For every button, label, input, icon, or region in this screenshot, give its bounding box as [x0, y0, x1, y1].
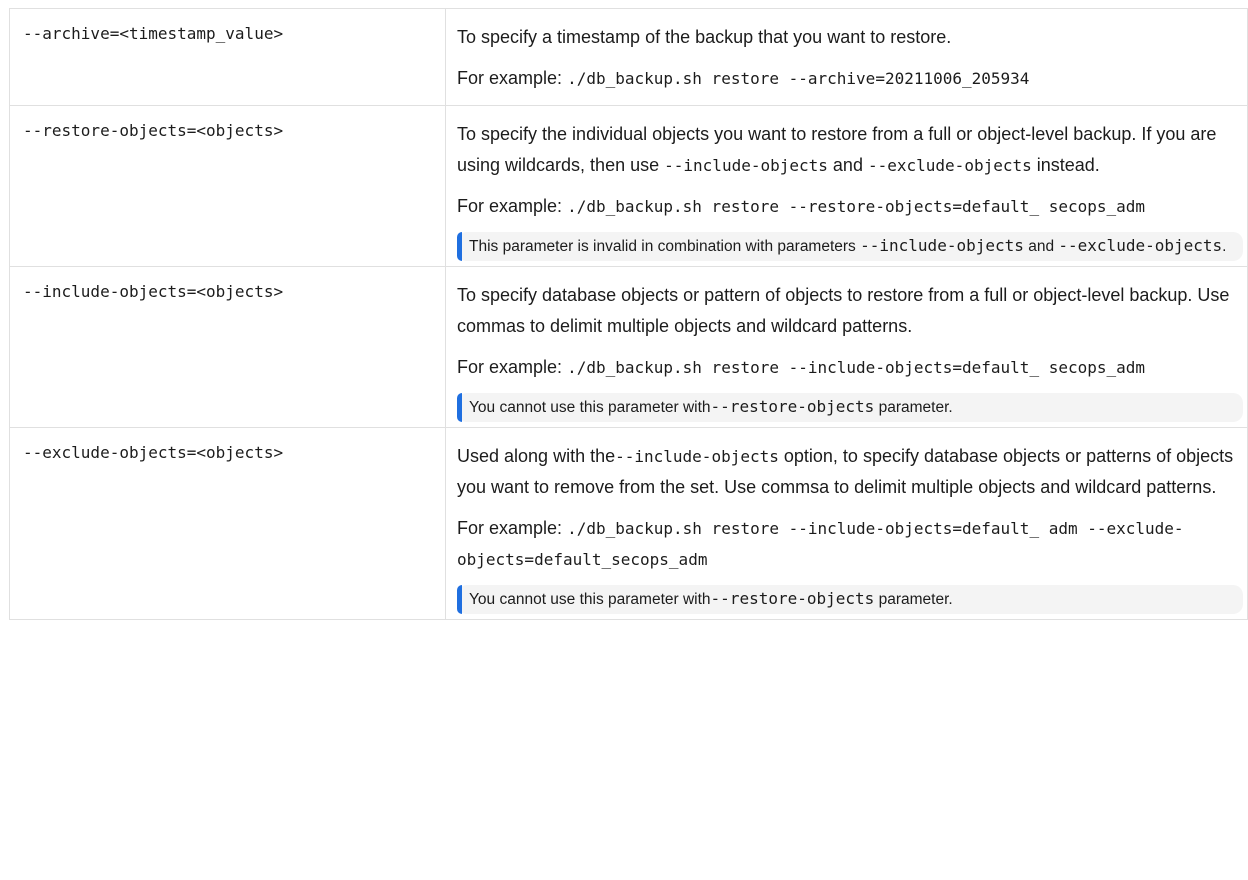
description-code: --include-objects	[615, 447, 779, 466]
description-code: --include-objects	[664, 156, 828, 175]
example-prefix: For example:	[457, 196, 563, 216]
parameter-name: --exclude-objects=<objects>	[9, 427, 446, 620]
note-text: parameter.	[878, 399, 953, 416]
note-code: --restore-objects	[710, 589, 875, 608]
example-line: For example: ./db_backup.sh restore --in…	[457, 513, 1243, 575]
note-code: --exclude-objects	[1058, 236, 1223, 255]
parameter-description-cell: To specify the individual objects you wa…	[445, 105, 1248, 267]
note-accent-bar	[457, 585, 462, 614]
example-prefix: For example:	[457, 518, 563, 538]
description-text: To specify database objects or pattern o…	[457, 285, 1230, 336]
table-row: --exclude-objects=<objects> Used along w…	[9, 427, 1248, 620]
description-segment: and	[832, 155, 863, 175]
note-callout: You cannot use this parameter with--rest…	[457, 585, 1243, 614]
note-text: You cannot use this parameter with	[469, 591, 711, 608]
description-text: To specify a timestamp of the backup tha…	[457, 27, 952, 47]
example-code: ./db_backup.sh restore --archive=2021100…	[567, 69, 1030, 88]
table-row: --restore-objects=<objects> To specify t…	[9, 105, 1248, 267]
note-text: You cannot use this parameter with	[469, 399, 711, 416]
example-code: ./db_backup.sh restore --include-objects…	[457, 519, 1184, 569]
description-text: To specify the individual objects you wa…	[457, 119, 1243, 181]
example-prefix: For example:	[457, 357, 563, 377]
example-line: For example: ./db_backup.sh restore --ar…	[457, 63, 1243, 94]
parameter-name: --include-objects=<objects>	[9, 266, 446, 428]
parameter-name: --archive=<timestamp_value>	[9, 8, 446, 106]
example-line: For example: ./db_backup.sh restore --in…	[457, 352, 1243, 383]
description-segment: Used along with the	[457, 446, 616, 466]
parameters-table: --archive=<timestamp_value> To specify a…	[9, 8, 1248, 620]
note-text: This parameter is invalid in combination…	[469, 238, 856, 255]
note-text: parameter.	[878, 591, 953, 608]
example-code: ./db_backup.sh restore --restore-objects…	[567, 197, 1146, 216]
description-code: --exclude-objects	[867, 156, 1032, 175]
parameter-description-cell: To specify a timestamp of the backup tha…	[445, 8, 1248, 106]
parameter-description-cell: Used along with the--include-objects opt…	[445, 427, 1248, 620]
note-accent-bar	[457, 232, 462, 261]
note-code: --restore-objects	[710, 397, 875, 416]
parameter-description-cell: To specify database objects or pattern o…	[445, 266, 1248, 428]
table-row: --include-objects=<objects> To specify d…	[9, 266, 1248, 428]
example-line: For example: ./db_backup.sh restore --re…	[457, 191, 1243, 222]
description-segment: instead.	[1036, 155, 1100, 175]
table-row: --archive=<timestamp_value> To specify a…	[9, 8, 1248, 106]
note-code: --include-objects	[860, 236, 1024, 255]
note-accent-bar	[457, 393, 462, 422]
example-prefix: For example:	[457, 68, 563, 88]
example-code: ./db_backup.sh restore --include-objects…	[567, 358, 1146, 377]
note-text: and	[1028, 238, 1055, 255]
description-text: Used along with the--include-objects opt…	[457, 441, 1243, 503]
note-callout: You cannot use this parameter with--rest…	[457, 393, 1243, 422]
note-callout: This parameter is invalid in combination…	[457, 232, 1243, 261]
note-text: .	[1222, 238, 1227, 255]
parameter-name: --restore-objects=<objects>	[9, 105, 446, 267]
